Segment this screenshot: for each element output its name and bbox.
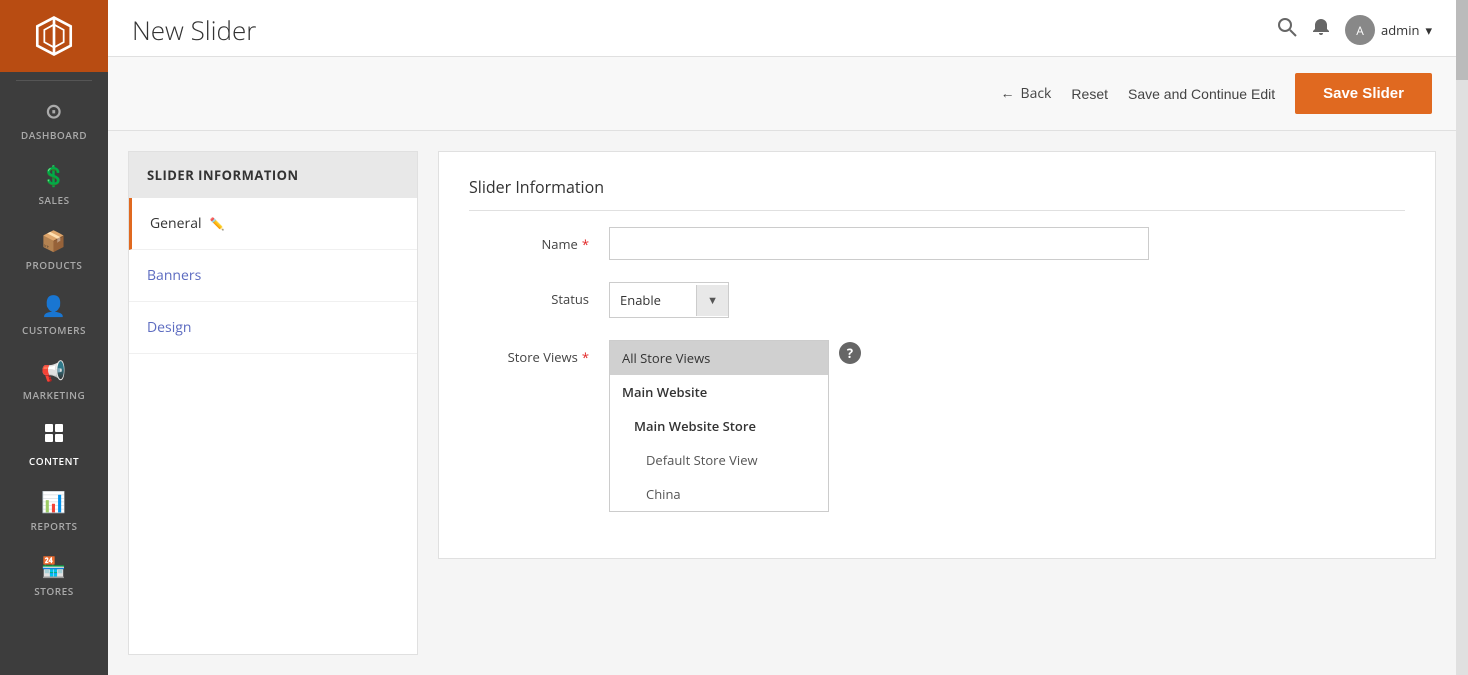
left-panel: SLIDER INFORMATION General ✏️ Banners De… — [128, 151, 418, 655]
nav-item-label: General — [150, 214, 202, 233]
admin-name: admin — [1381, 21, 1419, 39]
nav-item-general[interactable]: General ✏️ — [129, 198, 417, 250]
sidebar-item-label: PRODUCTS — [26, 258, 83, 272]
sidebar-item-label: REPORTS — [30, 519, 77, 533]
notification-icon[interactable] — [1311, 17, 1331, 43]
sidebar-item-label: MARKETING — [23, 388, 85, 402]
store-views-option-all[interactable]: All Store Views — [610, 341, 828, 375]
magento-logo-icon — [32, 14, 76, 58]
edit-icon: ✏️ — [210, 215, 225, 232]
page-header: New Slider A admin ▾ — [108, 0, 1456, 57]
form-section-title: Slider Information — [469, 176, 1405, 211]
products-icon: 📦 — [41, 227, 66, 254]
store-views-dropdown[interactable]: All Store Views Main Website Main Websit… — [609, 340, 829, 512]
status-dropdown-icon[interactable]: ▼ — [696, 285, 728, 316]
save-continue-button[interactable]: Save and Continue Edit — [1128, 86, 1275, 102]
save-slider-button[interactable]: Save Slider — [1295, 73, 1432, 114]
status-value: Enable — [610, 283, 696, 317]
store-views-option-main-website-store[interactable]: Main Website Store — [610, 409, 828, 443]
page-title: New Slider — [132, 12, 256, 48]
sidebar-logo[interactable] — [0, 0, 108, 72]
sidebar-item-dashboard[interactable]: ⊙ DASHBOARD — [0, 85, 108, 150]
store-views-option-china[interactable]: China — [610, 477, 828, 511]
name-field-wrap — [609, 227, 1405, 260]
store-views-option-main-website[interactable]: Main Website — [610, 375, 828, 409]
sidebar-item-reports[interactable]: 📊 REPORTS — [0, 476, 108, 541]
sidebar-item-products[interactable]: 📦 PRODUCTS — [0, 215, 108, 280]
sidebar-item-label: CONTENT — [29, 454, 79, 468]
sidebar-item-label: STORES — [34, 584, 73, 598]
nav-item-label: Banners — [147, 266, 201, 285]
name-row: Name* — [469, 227, 1405, 260]
store-views-option-default-store-view[interactable]: Default Store View — [610, 443, 828, 477]
store-views-wrap: All Store Views Main Website Main Websit… — [609, 340, 1405, 512]
reset-button[interactable]: Reset — [1071, 86, 1108, 102]
name-input[interactable] — [609, 227, 1149, 260]
back-arrow-icon: ← — [1001, 84, 1015, 103]
stores-icon: 🏪 — [41, 553, 66, 580]
sidebar-item-customers[interactable]: 👤 CUSTOMERS — [0, 280, 108, 345]
customers-icon: 👤 — [41, 292, 66, 319]
sidebar-item-label: CUSTOMERS — [22, 323, 86, 337]
nav-item-banners[interactable]: Banners — [129, 250, 417, 302]
main-content: New Slider A admin ▾ ← Back — [108, 0, 1456, 675]
admin-avatar: A — [1345, 15, 1375, 45]
store-views-row: Store Views* All Store Views Main Websit… — [469, 340, 1405, 512]
status-select[interactable]: Enable ▼ — [609, 282, 729, 318]
marketing-icon: 📢 — [41, 357, 66, 384]
admin-user-badge[interactable]: A admin ▾ — [1345, 15, 1432, 45]
content-icon — [43, 422, 65, 450]
sidebar-item-content[interactable]: CONTENT — [0, 410, 108, 476]
back-button[interactable]: ← Back — [1001, 84, 1052, 103]
required-star-store: * — [582, 348, 589, 366]
status-label: Status — [469, 282, 589, 308]
scrollbar-thumb[interactable] — [1456, 0, 1468, 80]
sidebar-item-marketing[interactable]: 📢 MARKETING — [0, 345, 108, 410]
store-views-field-row: All Store Views Main Website Main Websit… — [609, 340, 1405, 512]
store-views-label: Store Views* — [469, 340, 589, 366]
nav-item-label: Design — [147, 318, 191, 337]
form-section: Slider Information Name* Status Enab — [438, 151, 1436, 559]
status-row: Status Enable ▼ — [469, 282, 1405, 318]
search-icon[interactable] — [1277, 17, 1297, 43]
content-area: SLIDER INFORMATION General ✏️ Banners De… — [108, 131, 1456, 675]
sidebar-item-label: SALES — [38, 193, 69, 207]
sidebar-item-sales[interactable]: 💲 SALES — [0, 150, 108, 215]
back-label: Back — [1021, 84, 1052, 103]
panel-header: SLIDER INFORMATION — [129, 152, 417, 198]
required-star: * — [582, 235, 589, 253]
header-right: A admin ▾ — [1277, 15, 1432, 45]
name-label: Name* — [469, 227, 589, 253]
action-bar: ← Back Reset Save and Continue Edit Save… — [108, 57, 1456, 131]
sidebar: ⊙ DASHBOARD 💲 SALES 📦 PRODUCTS 👤 CUSTOME… — [0, 0, 108, 675]
nav-item-design[interactable]: Design — [129, 302, 417, 354]
admin-dropdown-icon: ▾ — [1425, 21, 1432, 39]
status-field-wrap: Enable ▼ — [609, 282, 1405, 318]
help-icon[interactable]: ? — [839, 342, 861, 364]
right-panel: Slider Information Name* Status Enab — [438, 151, 1436, 655]
page-scrollbar[interactable] — [1456, 0, 1468, 675]
sidebar-item-label: DASHBOARD — [21, 128, 87, 142]
sidebar-divider — [16, 80, 92, 81]
reports-icon: 📊 — [41, 488, 66, 515]
dashboard-icon: ⊙ — [45, 97, 62, 124]
sales-icon: 💲 — [41, 162, 66, 189]
sidebar-item-stores[interactable]: 🏪 STORES — [0, 541, 108, 606]
